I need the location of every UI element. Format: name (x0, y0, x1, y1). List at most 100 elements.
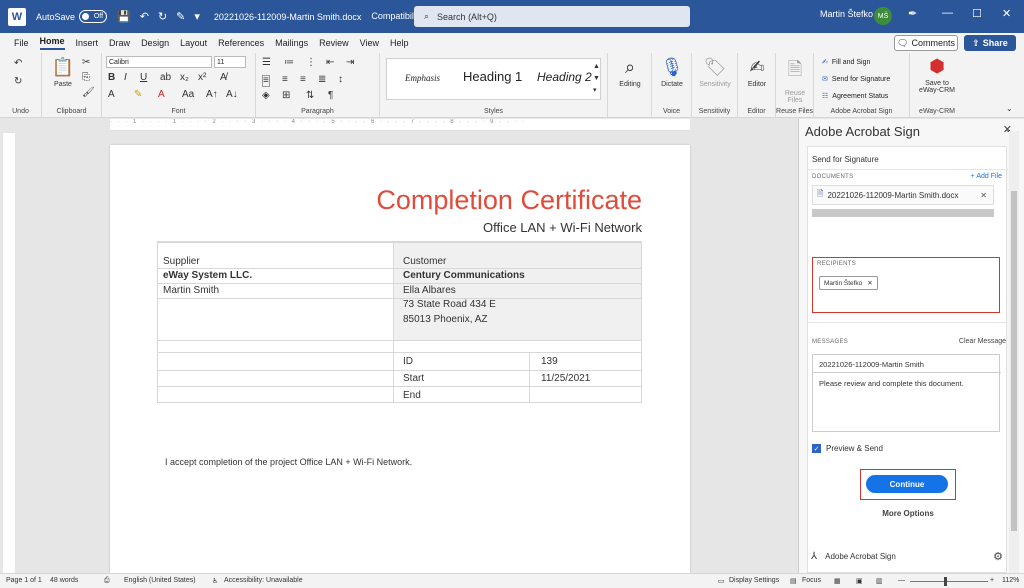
accessibility-status[interactable]: Accessibility: Unavailable (224, 577, 303, 584)
line-spacing-icon[interactable]: ↕ (338, 75, 343, 85)
tab-file[interactable]: File (14, 38, 29, 48)
highlight-icon[interactable]: ✎ (134, 90, 142, 100)
font-name-select[interactable]: Calibri (106, 56, 212, 68)
recipients-box[interactable]: RECIPIENTS Martin Štefko ✕ (812, 257, 1000, 313)
gear-icon[interactable]: ⚙ (993, 550, 1003, 563)
redo-icon[interactable]: ↻ (158, 10, 167, 23)
clear-message-link[interactable]: Clear Message (959, 338, 1006, 345)
shrink-font-icon[interactable]: A↓ (226, 90, 238, 100)
tab-view[interactable]: View (360, 38, 379, 48)
message-body-field[interactable]: Please review and complete this document… (819, 379, 964, 388)
tab-mailings[interactable]: Mailings (275, 38, 308, 48)
minimize-icon[interactable]: — (942, 7, 953, 19)
zoom-out-icon[interactable]: — (898, 577, 905, 584)
numbering-icon[interactable]: ≔ (284, 58, 294, 68)
sort-icon[interactable]: ⇅ (306, 91, 314, 101)
save-to-eway-button[interactable]: ⬢ Save to eWay-CRM (914, 56, 960, 94)
clear-formatting-icon[interactable]: A̸ (220, 73, 227, 83)
shading-icon[interactable]: ◈ (262, 91, 270, 101)
send-for-signature-button[interactable]: ✉ Send for Signature (822, 75, 890, 84)
maximize-icon[interactable]: ☐ (972, 7, 982, 20)
tab-layout[interactable]: Layout (180, 38, 207, 48)
styles-scroll-up-icon[interactable]: ▲ (593, 63, 600, 70)
align-left-icon[interactable]: ≡ (262, 75, 270, 87)
search-box[interactable]: ⌕ Search (Alt+Q) (414, 6, 690, 27)
reuse-files-button[interactable]: 🗎 Reuse Files (778, 57, 812, 104)
underline-icon[interactable]: U (140, 73, 147, 83)
style-heading-1[interactable]: Heading 1 (463, 69, 522, 84)
increase-indent-icon[interactable]: ⇥ (346, 58, 354, 68)
remove-recipient-icon[interactable]: ✕ (867, 279, 872, 287)
sensitivity-button[interactable]: 🏷 Sensitivity (694, 57, 736, 88)
style-emphasis[interactable]: Emphasis (405, 73, 440, 83)
tab-insert[interactable]: Insert (76, 38, 99, 48)
subscript-icon[interactable]: x₂ (180, 73, 189, 83)
strikethrough-icon[interactable]: ab (160, 73, 171, 83)
borders-icon[interactable]: ⊞ (282, 91, 290, 101)
align-center-icon[interactable]: ≡ (282, 75, 288, 85)
web-layout-icon[interactable]: ▥ (876, 577, 883, 585)
tab-home[interactable]: Home (39, 36, 65, 50)
decrease-indent-icon[interactable]: ⇤ (326, 58, 334, 68)
fill-and-sign-button[interactable]: ✍ Fill and Sign (822, 58, 870, 67)
tab-review[interactable]: Review (319, 38, 349, 48)
document-page[interactable]: Completion Certificate Office LAN + Wi-F… (110, 145, 690, 573)
pen-icon[interactable]: ✒ (908, 7, 917, 20)
preview-send-checkbox[interactable]: ✓ (812, 444, 821, 453)
collapse-ribbon-icon[interactable]: ⌄ (1006, 105, 1013, 113)
tab-help[interactable]: Help (390, 38, 409, 48)
tab-design[interactable]: Design (141, 38, 169, 48)
undo-icon[interactable]: ↶ (14, 59, 22, 69)
undo-icon[interactable]: ↶ (140, 10, 149, 23)
customize-dropdown-icon[interactable]: ▾ (194, 10, 200, 23)
continue-button[interactable]: Continue (866, 475, 948, 493)
text-effects-icon[interactable]: A (108, 90, 115, 100)
multilevel-list-icon[interactable]: ⋮ (306, 58, 316, 68)
zoom-slider[interactable] (910, 581, 988, 582)
close-icon[interactable]: ✕ (1002, 7, 1011, 20)
print-layout-icon[interactable]: ▣ (856, 577, 863, 585)
grow-font-icon[interactable]: A↑ (206, 90, 218, 100)
focus-mode[interactable]: Focus (802, 577, 821, 584)
read-mode-icon[interactable]: ▦ (834, 577, 841, 585)
paste-button[interactable]: 📋 Paste (50, 57, 76, 88)
proofing-icon[interactable]: ⎙ (104, 577, 110, 585)
language[interactable]: English (United States) (124, 577, 196, 584)
save-icon[interactable]: 💾 (117, 10, 131, 23)
comments-button[interactable]: 🗨 Comments (894, 35, 958, 51)
document-item[interactable]: 🗎 20221026-112009-Martin Smith.docx ✕ (812, 185, 994, 205)
editing-button[interactable]: ⌕ Editing (612, 57, 648, 88)
display-settings[interactable]: Display Settings (729, 577, 779, 584)
zoom-in-icon[interactable]: + (990, 577, 994, 584)
agreement-status-button[interactable]: ☷ Agreement Status (822, 92, 888, 101)
dictate-button[interactable]: 🎙 Dictate (654, 57, 690, 88)
align-right-icon[interactable]: ≡ (300, 75, 306, 85)
zoom-slider-thumb[interactable] (944, 577, 947, 586)
font-color-icon[interactable]: A (158, 90, 165, 100)
style-heading-2[interactable]: Heading 2 (537, 70, 592, 84)
add-file-link[interactable]: + Add File (971, 173, 1002, 180)
show-marks-icon[interactable]: ¶ (328, 91, 333, 101)
italic-icon[interactable]: I (124, 73, 127, 83)
format-painter-icon[interactable]: ✎ (176, 10, 185, 23)
superscript-icon[interactable]: x² (198, 73, 206, 83)
message-subject-field[interactable]: 20221026-112009-Martin Smith (813, 355, 1001, 373)
format-painter-icon[interactable]: 🖌 (82, 88, 95, 98)
share-button[interactable]: ⇪ Share (964, 35, 1016, 51)
more-options-link[interactable]: More Options (808, 509, 1008, 518)
editor-button[interactable]: ✍ Editor (740, 57, 774, 88)
styles-scroll-down-icon[interactable]: ▼ (593, 75, 600, 82)
tab-references[interactable]: References (218, 38, 264, 48)
recipient-chip[interactable]: Martin Štefko ✕ (819, 276, 878, 290)
bullets-icon[interactable]: ☰ (262, 58, 271, 68)
word-count[interactable]: 48 words (50, 577, 78, 584)
page-count[interactable]: Page 1 of 1 (6, 577, 42, 584)
cut-icon[interactable]: ✂ (82, 58, 90, 68)
autosave[interactable]: AutoSave Off (36, 10, 108, 23)
redo-icon[interactable]: ↻ (14, 77, 22, 87)
remove-document-icon[interactable]: ✕ (980, 191, 987, 200)
copy-icon[interactable]: ⎘ (82, 73, 90, 83)
bold-icon[interactable]: B (108, 73, 115, 83)
justify-icon[interactable]: ≣ (318, 75, 326, 85)
tab-draw[interactable]: Draw (109, 38, 130, 48)
